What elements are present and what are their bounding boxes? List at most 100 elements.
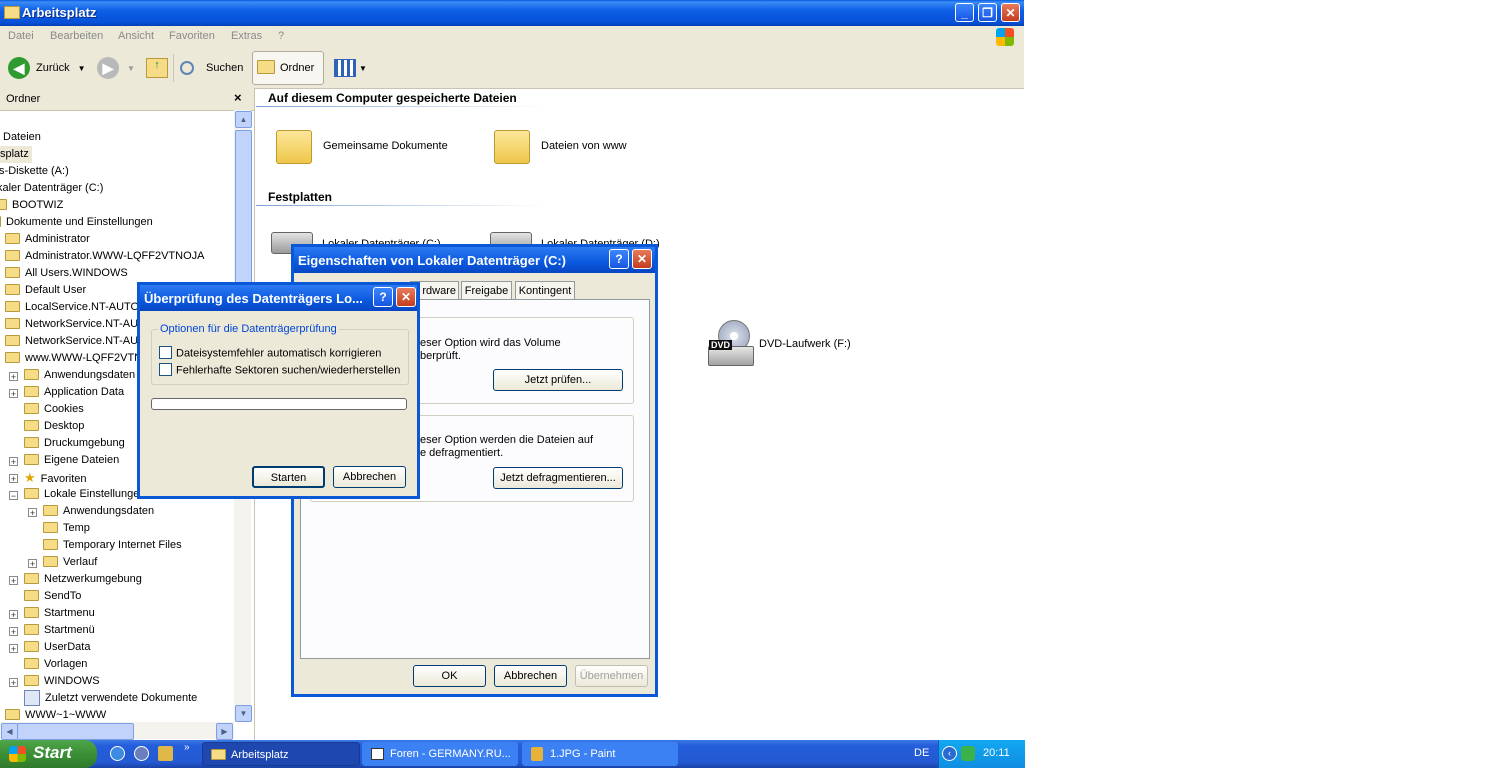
- tree-item[interactable]: Eigene Dateien: [24, 452, 119, 469]
- task-paint[interactable]: 1.JPG - Paint: [522, 742, 678, 766]
- scroll-thumb[interactable]: [17, 723, 134, 740]
- tree-item[interactable]: Temporary Internet Files: [43, 537, 182, 554]
- start-button[interactable]: Starten: [252, 466, 325, 488]
- dvd-drive-icon[interactable]: DVD: [708, 320, 754, 368]
- expand-icon[interactable]: +: [28, 508, 37, 518]
- menu-extras[interactable]: Extras: [231, 30, 262, 42]
- task-arbeitsplatz[interactable]: Arbeitsplatz: [202, 742, 360, 766]
- tree-item[interactable]: Temp: [43, 520, 90, 537]
- tree-item[interactable]: Dateien: [3, 129, 41, 146]
- quicklaunch-icon[interactable]: [158, 746, 173, 761]
- language-indicator[interactable]: DE: [914, 747, 929, 759]
- menu-favoriten[interactable]: Favoriten: [169, 30, 215, 42]
- expand-icon[interactable]: +: [9, 576, 18, 586]
- tree-item[interactable]: Administrator.WWW-LQFF2VTNOJA: [5, 248, 204, 265]
- expand-icon[interactable]: +: [9, 644, 18, 654]
- search-button[interactable]: Suchen: [180, 51, 243, 85]
- folders-button[interactable]: Ordner: [252, 51, 324, 85]
- tree-item[interactable]: ★ Favoriten: [24, 469, 87, 486]
- tree-item[interactable]: splatz: [0, 146, 32, 163]
- tree-item[interactable]: Startmenu: [24, 605, 95, 622]
- tree-item[interactable]: Vorlagen: [24, 656, 87, 673]
- horizontal-scrollbar[interactable]: ◀ ▶: [0, 722, 234, 740]
- tray-expand-icon[interactable]: ‹: [942, 746, 957, 761]
- cancel-button[interactable]: Abbrechen: [333, 466, 406, 488]
- menu-datei[interactable]: Datei: [8, 30, 34, 42]
- tree-item[interactable]: Application Data: [24, 384, 124, 401]
- tree-item[interactable]: Dokumente und Einstellungen: [0, 214, 153, 231]
- dvd-label[interactable]: DVD-Laufwerk (F:): [759, 338, 851, 350]
- tree-item[interactable]: Cookies: [24, 401, 84, 418]
- tree-item[interactable]: Desktop: [24, 418, 84, 435]
- auto-fix-checkbox[interactable]: Dateisystemfehler automatisch korrigiere…: [159, 346, 381, 360]
- menu-help[interactable]: ?: [278, 30, 284, 42]
- task-foren[interactable]: Foren - GERMANY.RU...: [362, 742, 518, 766]
- tree-item[interactable]: Zuletzt verwendete Dokumente: [24, 690, 197, 707]
- expand-icon[interactable]: +: [28, 559, 37, 569]
- scroll-right-icon[interactable]: ▶: [216, 723, 233, 740]
- dialog-close-button[interactable]: ✕: [396, 287, 416, 307]
- scan-sectors-checkbox[interactable]: Fehlerhafte Sektoren suchen/wiederherste…: [159, 363, 400, 377]
- expand-icon[interactable]: +: [9, 474, 18, 484]
- expand-icon[interactable]: +: [9, 678, 18, 688]
- www-files-label[interactable]: Dateien von www: [541, 140, 627, 152]
- scroll-left-icon[interactable]: ◀: [1, 723, 18, 740]
- dialog-title-bar[interactable]: Eigenschaften von Lokaler Datenträger (C…: [294, 247, 655, 273]
- help-button[interactable]: ?: [373, 287, 393, 307]
- checkbox-icon[interactable]: [159, 363, 172, 376]
- tree-item[interactable]: Anwendungsdaten: [43, 503, 154, 520]
- collapse-icon[interactable]: −: [9, 491, 18, 501]
- title-bar[interactable]: Arbeitsplatz _ ❐ ✕: [0, 0, 1024, 26]
- tree-item[interactable]: Druckumgebung: [24, 435, 125, 452]
- start-button[interactable]: Start: [0, 740, 97, 768]
- chevron-icon[interactable]: »: [184, 742, 190, 753]
- tree-item[interactable]: SendTo: [24, 588, 81, 605]
- tree-item[interactable]: All Users.WINDOWS: [5, 265, 128, 282]
- tree-item[interactable]: BOOTWIZ: [0, 197, 63, 214]
- tree-item[interactable]: Verlauf: [43, 554, 97, 571]
- media-icon[interactable]: [134, 746, 149, 761]
- expand-icon[interactable]: +: [9, 457, 18, 467]
- tree-item[interactable]: Netzwerkumgebung: [24, 571, 142, 588]
- forward-button[interactable]: ▶ ▼: [97, 51, 135, 85]
- views-button[interactable]: ▼: [334, 51, 367, 85]
- minimize-button[interactable]: _: [955, 3, 974, 22]
- check-now-button[interactable]: Jetzt prüfen...: [493, 369, 623, 391]
- tree-item[interactable]: Administrator: [5, 231, 90, 248]
- tree-item[interactable]: /s-Diskette (A:): [0, 163, 69, 180]
- shared-docs-label[interactable]: Gemeinsame Dokumente: [323, 140, 448, 152]
- tree-item[interactable]: UserData: [24, 639, 90, 656]
- restore-button[interactable]: ❐: [978, 3, 997, 22]
- dropdown-arrow-icon[interactable]: ▼: [78, 64, 86, 73]
- ok-button[interactable]: OK: [413, 665, 486, 687]
- expand-icon[interactable]: +: [9, 627, 18, 637]
- help-button[interactable]: ?: [609, 249, 629, 269]
- scroll-up-icon[interactable]: ▲: [235, 111, 252, 128]
- folder-icon[interactable]: [494, 130, 530, 164]
- cancel-button[interactable]: Abbrechen: [494, 665, 567, 687]
- dialog-close-button[interactable]: ✕: [632, 249, 652, 269]
- defrag-now-button[interactable]: Jetzt defragmentieren...: [493, 467, 623, 489]
- folder-pane-close-icon[interactable]: ×: [234, 90, 242, 105]
- checkbox-icon[interactable]: [159, 346, 172, 359]
- expand-icon[interactable]: +: [9, 372, 18, 382]
- expand-icon[interactable]: +: [9, 610, 18, 620]
- tab-kontingent[interactable]: Kontingent: [515, 281, 575, 299]
- tree-item[interactable]: kaler Datenträger (C:): [0, 180, 103, 197]
- security-shield-icon[interactable]: [961, 746, 975, 761]
- menu-bearbeiten[interactable]: Bearbeiten: [50, 30, 103, 42]
- tree-item[interactable]: Default User: [5, 282, 86, 299]
- expand-icon[interactable]: +: [9, 389, 18, 399]
- tree-item[interactable]: WINDOWS: [24, 673, 100, 690]
- apply-button[interactable]: Übernehmen: [575, 665, 648, 687]
- clock[interactable]: 20:11: [983, 747, 1010, 759]
- tree-item[interactable]: Lokale Einstellungen: [24, 486, 146, 503]
- ie-icon[interactable]: [110, 746, 125, 761]
- back-button[interactable]: ◀ Zurück ▼: [8, 51, 86, 85]
- menu-ansicht[interactable]: Ansicht: [118, 30, 154, 42]
- up-folder-button[interactable]: ↑: [146, 51, 168, 85]
- tree-item[interactable]: Startmenü: [24, 622, 95, 639]
- scroll-down-icon[interactable]: ▼: [235, 705, 252, 722]
- dialog-title-bar[interactable]: Überprüfung des Datenträgers Lo... ? ✕: [140, 285, 417, 311]
- close-button[interactable]: ✕: [1001, 3, 1020, 22]
